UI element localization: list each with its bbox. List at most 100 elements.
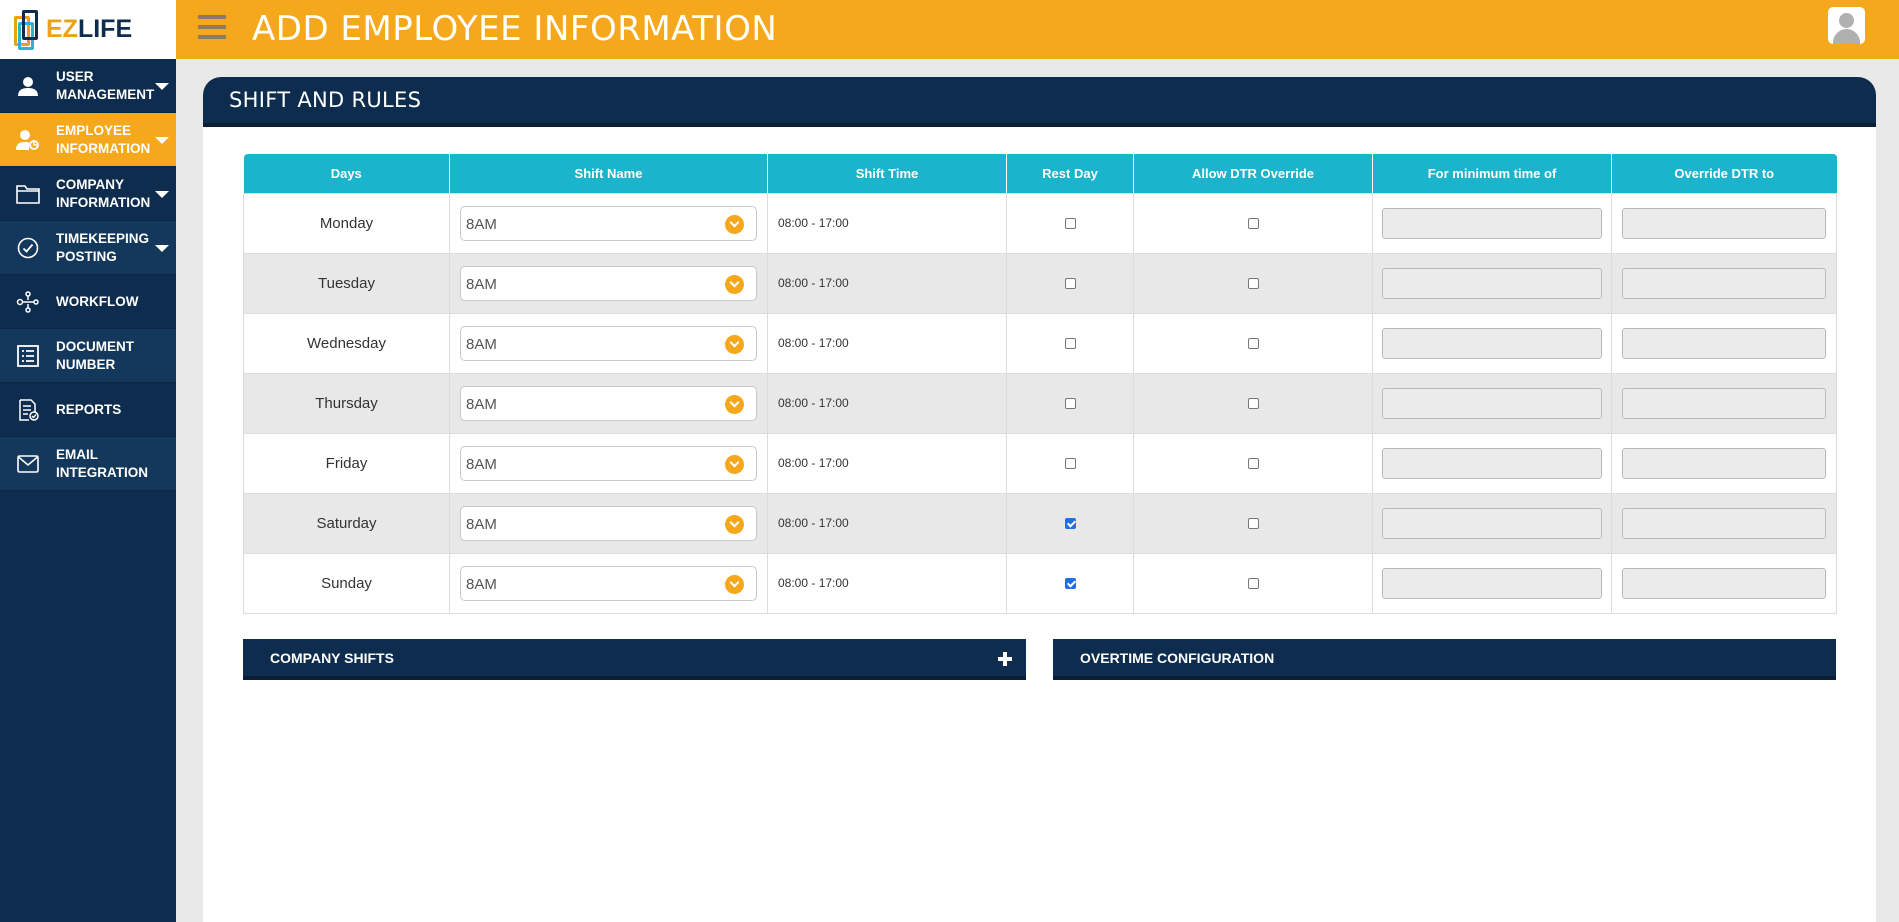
override-dtr-input[interactable] [1622, 507, 1826, 539]
chevron-down-icon[interactable] [725, 214, 744, 234]
hamburger-menu-icon[interactable] [198, 15, 226, 39]
rest-day-cell [1006, 552, 1134, 614]
rest-day-checkbox[interactable] [1064, 578, 1076, 590]
min-time-cell [1372, 372, 1612, 434]
override-dtr-cell [1611, 312, 1837, 374]
override-dtr-input[interactable] [1622, 567, 1826, 599]
column-header: Shift Time [767, 154, 1007, 193]
allow-dtr-override-checkbox[interactable] [1247, 518, 1259, 530]
allow-dtr-override-checkbox[interactable] [1247, 338, 1259, 350]
min-time-input[interactable] [1382, 507, 1602, 539]
panel-title: SHIFT AND RULES [229, 88, 422, 112]
rest-day-cell [1006, 192, 1134, 254]
min-time-input[interactable] [1382, 447, 1602, 479]
chevron-down-icon[interactable] [725, 514, 744, 534]
column-header: Allow DTR Override [1133, 154, 1373, 193]
min-time-input[interactable] [1382, 267, 1602, 299]
sidebar-item-user-management[interactable]: USER MANAGEMENT [0, 59, 176, 113]
company-shifts-section[interactable]: COMPANY SHIFTS [243, 639, 1026, 680]
min-time-cell [1372, 432, 1612, 494]
day-cell: Thursday [243, 372, 450, 434]
user-icon [16, 74, 40, 98]
min-time-input[interactable] [1382, 387, 1602, 419]
overtime-configuration-section[interactable]: OVERTIME CONFIGURATION [1053, 639, 1836, 680]
chevron-down-icon[interactable] [725, 454, 744, 474]
shift-time-cell: 08:00 - 17:00 [767, 552, 1007, 614]
shift-and-rules-panel: SHIFT AND RULES Days Shift Name Shift Time… [203, 77, 1876, 922]
allow-dtr-override-checkbox[interactable] [1247, 458, 1259, 470]
rest-day-checkbox[interactable] [1064, 338, 1076, 350]
table-header-row: Days Shift Name Shift Time Rest Day Allow DT… [243, 154, 1837, 193]
column-header: Shift Name [449, 154, 768, 193]
rest-day-checkbox[interactable] [1064, 518, 1076, 530]
allow-dtr-override-checkbox[interactable] [1247, 278, 1259, 290]
allow-dtr-override-cell [1133, 192, 1373, 254]
rest-day-checkbox[interactable] [1064, 278, 1076, 290]
sidebar-item-label: EMPLOYEE INFORMATION [56, 122, 151, 156]
sidebar-item-company-information[interactable]: COMPANY INFORMATION [0, 167, 176, 221]
override-dtr-input[interactable] [1622, 327, 1826, 359]
override-dtr-input[interactable] [1622, 267, 1826, 299]
avatar[interactable] [1828, 7, 1865, 44]
allow-dtr-override-checkbox[interactable] [1247, 218, 1259, 230]
override-dtr-input[interactable] [1622, 447, 1826, 479]
shift-table: Days Shift Name Shift Time Rest Day Allow DT… [243, 154, 1837, 614]
sidebar-item-timekeeping-posting[interactable]: TIMEKEEPING POSTING [0, 221, 176, 275]
rest-day-checkbox[interactable] [1064, 458, 1076, 470]
override-dtr-input[interactable] [1622, 207, 1826, 239]
sidebar-item-label: USER MANAGEMENT [56, 68, 155, 102]
caret-down-icon[interactable] [155, 83, 169, 90]
table-body: Monday 8AM 08:00 - 17:00 Tuesday 8AM 08:00 - … [243, 192, 1837, 614]
sidebar-item-document-number[interactable]: DOCUMENT NUMBER [0, 329, 176, 383]
shift-name-select[interactable]: 8AM [460, 205, 757, 241]
shift-time-cell: 08:00 - 17:00 [767, 432, 1007, 494]
sidebar-item-label: DOCUMENT NUMBER [56, 338, 134, 372]
shift-name-select[interactable]: 8AM [460, 385, 757, 421]
allow-dtr-override-checkbox[interactable] [1247, 398, 1259, 410]
allow-dtr-override-checkbox[interactable] [1247, 578, 1259, 590]
rest-day-checkbox[interactable] [1064, 398, 1076, 410]
column-header: Override DTR to [1611, 154, 1837, 193]
sidebar-item-label: REPORTS [56, 401, 122, 417]
rest-day-cell [1006, 312, 1134, 374]
chevron-down-icon[interactable] [725, 274, 744, 294]
logo[interactable]: EZLIFE [0, 0, 176, 59]
caret-down-icon[interactable] [155, 137, 169, 144]
shift-name-select[interactable]: 8AM [460, 265, 757, 301]
min-time-input[interactable] [1382, 327, 1602, 359]
shift-name-cell: 8AM [449, 492, 768, 554]
caret-down-icon[interactable] [155, 245, 169, 252]
caret-down-icon[interactable] [155, 191, 169, 198]
table-row: Friday 8AM 08:00 - 17:00 [243, 432, 1837, 494]
min-time-input[interactable] [1382, 207, 1602, 239]
sidebar-item-workflow[interactable]: WORKFLOW [0, 275, 176, 329]
rest-day-checkbox[interactable] [1064, 218, 1076, 230]
chevron-down-icon[interactable] [725, 574, 744, 594]
sidebar-item-reports[interactable]: REPORTS [0, 383, 176, 437]
shift-name-value: 8AM [466, 335, 497, 353]
sidebar-item-label: TIMEKEEPING POSTING [56, 230, 150, 264]
sidebar-nav: USER MANAGEMENT EMPLOYEE INFORMATION COMPA… [0, 59, 176, 491]
override-dtr-cell [1611, 372, 1837, 434]
chevron-down-icon[interactable] [725, 334, 744, 354]
page-title: ADD EMPLOYEE INFORMATION [252, 9, 778, 49]
min-time-input[interactable] [1382, 567, 1602, 599]
shift-name-select[interactable]: 8AM [460, 325, 757, 361]
shift-name-select[interactable]: 8AM [460, 565, 757, 601]
shift-name-value: 8AM [466, 455, 497, 473]
panel-header: SHIFT AND RULES [203, 77, 1876, 127]
chevron-down-icon[interactable] [725, 394, 744, 414]
override-dtr-cell [1611, 492, 1837, 554]
plus-icon[interactable] [998, 652, 1012, 666]
employee-icon [16, 128, 40, 152]
shift-name-select[interactable]: 8AM [460, 445, 757, 481]
override-dtr-input[interactable] [1622, 387, 1826, 419]
shift-name-select[interactable]: 8AM [460, 505, 757, 541]
shift-name-cell: 8AM [449, 552, 768, 614]
sidebar-item-employee-information[interactable]: EMPLOYEE INFORMATION [0, 113, 176, 167]
table-row: Thursday 8AM 08:00 - 17:00 [243, 372, 1837, 434]
shift-name-cell: 8AM [449, 372, 768, 434]
shift-name-cell: 8AM [449, 312, 768, 374]
rest-day-cell [1006, 432, 1134, 494]
sidebar-item-email-integration[interactable]: EMAIL INTEGRATION [0, 437, 176, 491]
